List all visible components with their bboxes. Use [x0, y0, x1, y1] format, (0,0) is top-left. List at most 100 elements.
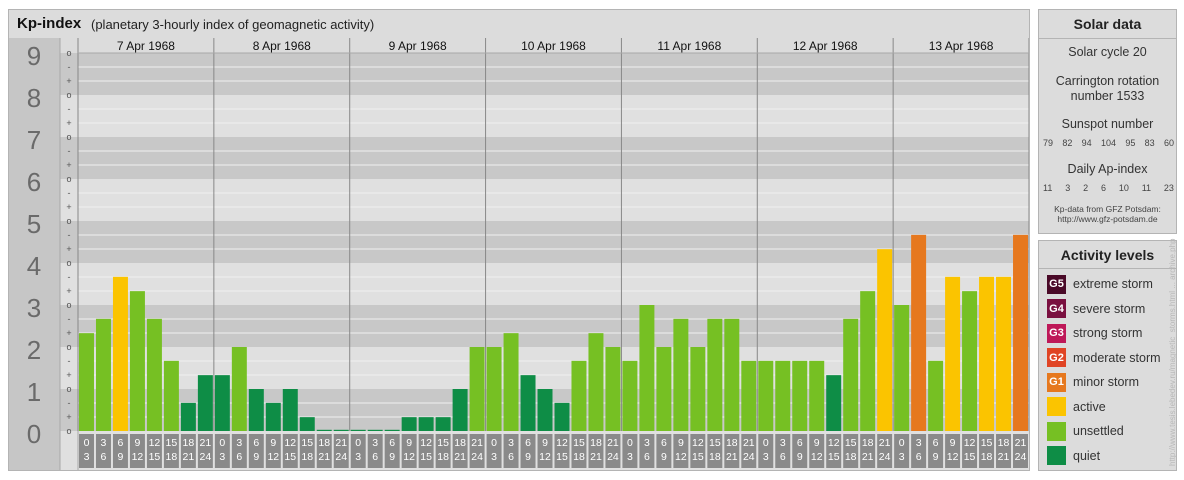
legend-label: severe storm — [1073, 301, 1146, 316]
kp-bar — [996, 276, 1012, 431]
y-axis-tick-label: 3 — [27, 293, 41, 323]
kp-chart-panel: Kp-index (planetary 3-hourly index of ge… — [8, 9, 1030, 471]
interval-start-label: 6 — [797, 437, 803, 449]
kp-bar — [333, 429, 349, 431]
interval-end-label: 18 — [981, 451, 993, 463]
interval-end-label: 24 — [335, 451, 347, 463]
legend-label: strong storm — [1073, 326, 1143, 340]
interval-start-label: 6 — [253, 437, 259, 449]
legend-label: quiet — [1073, 448, 1101, 463]
interval-start-label: 6 — [933, 437, 939, 449]
legend-label: minor storm — [1073, 375, 1139, 389]
y-minor-tick-label: - — [68, 62, 71, 72]
source-line-2: http://www.gfz-potsdam.de — [1057, 214, 1158, 224]
kp-bar — [537, 389, 553, 431]
kp-bar — [316, 429, 332, 431]
level-band — [9, 431, 1029, 470]
interval-end-label: 9 — [253, 451, 259, 463]
ap-title: Daily Ap-index — [1067, 162, 1148, 176]
interval-end-label: 9 — [797, 451, 803, 463]
solar-data-panel: Solar data Solar cycle 20 Carrington rot… — [1038, 9, 1177, 234]
interval-end-label: 15 — [149, 451, 161, 463]
ap-value: 6 — [1100, 183, 1106, 193]
interval-end-label: 21 — [318, 451, 330, 463]
kp-bar — [554, 402, 570, 431]
y-minor-tick-label: + — [66, 76, 71, 86]
interval-start-label: 12 — [149, 437, 161, 449]
day-label: 13 Apr 1968 — [929, 39, 994, 53]
interval-start-label: 6 — [389, 437, 395, 449]
legend-swatch: G3 — [1047, 323, 1066, 343]
y-minor-tick-label: - — [68, 104, 71, 114]
kp-bar — [860, 291, 876, 431]
interval-end-label: 15 — [692, 451, 704, 463]
kp-bar — [112, 276, 128, 431]
y-minor-tick-label: o — [66, 48, 71, 58]
interval-end-label: 24 — [200, 451, 212, 463]
interval-start-label: 0 — [355, 437, 361, 449]
kp-bar — [979, 276, 995, 431]
interval-end-label: 21 — [862, 451, 874, 463]
interval-start-label: 12 — [692, 437, 704, 449]
sunspot-value: 83 — [1144, 138, 1155, 148]
day-label: 11 Apr 1968 — [657, 39, 721, 53]
y-axis-tick-label: 8 — [27, 83, 41, 113]
interval-end-label: 21 — [590, 451, 602, 463]
y-minor-tick-label: + — [66, 160, 71, 170]
interval-start-label: 0 — [899, 437, 905, 449]
interval-start-label: 0 — [763, 437, 769, 449]
kp-bar — [758, 360, 774, 431]
legend-swatch — [1047, 421, 1066, 441]
kp-bar — [401, 417, 417, 431]
interval-start-label: 3 — [780, 437, 786, 449]
y-axis-tick-label: 0 — [27, 419, 41, 449]
kp-bar — [197, 375, 213, 431]
interval-start-label: 21 — [607, 437, 619, 449]
y-minor-tick-label: - — [68, 398, 71, 408]
interval-start-label: 12 — [556, 437, 568, 449]
interval-start-label: 12 — [420, 437, 432, 449]
level-band — [9, 179, 1029, 221]
legend-swatch: G1 — [1047, 372, 1066, 392]
legend-swatch: G4 — [1047, 299, 1066, 318]
y-minor-tick-label: + — [66, 328, 71, 338]
interval-end-label: 24 — [1015, 451, 1027, 463]
y-minor-tick-label: - — [68, 314, 71, 324]
kp-bar — [945, 276, 961, 431]
interval-end-label: 6 — [780, 451, 786, 463]
interval-end-label: 3 — [899, 451, 905, 463]
interval-end-label: 21 — [998, 451, 1010, 463]
y-axis-tick-label: 9 — [27, 41, 41, 71]
kp-bar — [486, 347, 502, 431]
legend-swatch: G2 — [1047, 348, 1066, 367]
interval-end-label: 6 — [372, 451, 378, 463]
kp-bar — [673, 318, 689, 431]
kp-bar — [775, 360, 791, 431]
interval-end-label: 9 — [661, 451, 667, 463]
legend-item: G3 strong storm — [1047, 323, 1142, 343]
kp-bar — [231, 347, 247, 431]
interval-end-label: 6 — [916, 451, 922, 463]
solar-panel-title: Solar data — [1073, 16, 1142, 32]
ap-value: 11 — [1043, 183, 1053, 193]
interval-end-label: 3 — [84, 451, 90, 463]
y-minor-tick-label: o — [66, 384, 71, 394]
interval-end-label: 9 — [525, 451, 531, 463]
ap-value: 10 — [1118, 183, 1129, 193]
interval-end-label: 24 — [607, 451, 619, 463]
kp-bar — [928, 360, 944, 431]
interval-start-label: 12 — [284, 437, 296, 449]
kp-bar — [214, 375, 230, 431]
y-minor-tick-label: + — [66, 370, 71, 380]
kp-bar — [248, 389, 264, 431]
kp-bar — [79, 333, 94, 431]
kp-bar — [452, 389, 468, 431]
carrington-line-2: number 1533 — [1070, 89, 1145, 103]
interval-end-label: 3 — [219, 451, 225, 463]
interval-end-label: 24 — [879, 451, 891, 463]
y-minor-tick-label: o — [66, 300, 71, 310]
kp-bar — [622, 360, 638, 431]
interval-start-label: 21 — [1015, 437, 1027, 449]
interval-start-label: 15 — [845, 437, 857, 449]
day-label: 8 Apr 1968 — [253, 39, 311, 53]
